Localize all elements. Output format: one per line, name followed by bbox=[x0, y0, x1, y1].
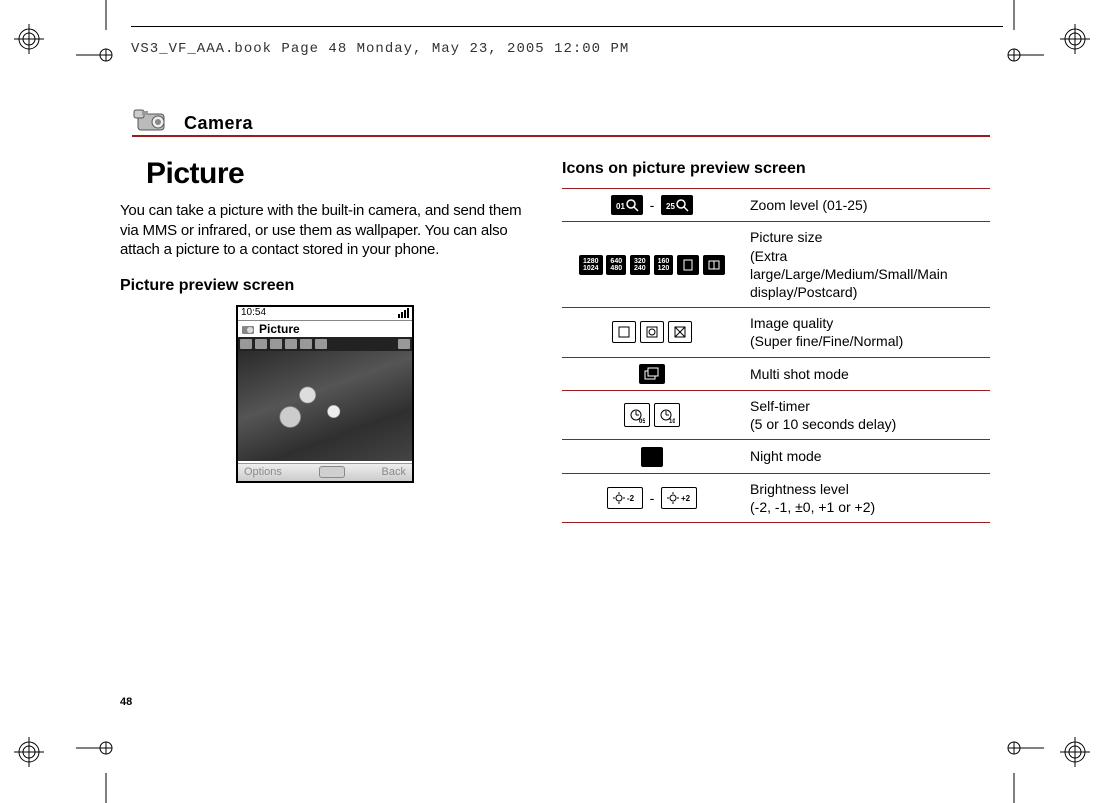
zoom-high-icon: 25 bbox=[661, 195, 693, 215]
brightness-description: Brightness level bbox=[750, 480, 982, 498]
svg-text:+2: +2 bbox=[681, 494, 691, 503]
registration-mark-icon bbox=[14, 737, 44, 767]
svg-text:01: 01 bbox=[616, 202, 625, 211]
camera-icon bbox=[132, 104, 172, 132]
svg-text:05: 05 bbox=[639, 419, 645, 423]
size-description: Picture size bbox=[750, 228, 982, 246]
size-display-icon bbox=[677, 255, 699, 275]
phone-title-text: Picture bbox=[259, 323, 300, 335]
night-mode-icon bbox=[641, 447, 663, 467]
icon-legend-table: 01 - 25 Zoom level (01-25) 1280 1024 640… bbox=[562, 188, 990, 523]
section-header: Camera bbox=[132, 104, 990, 137]
crop-mark-icon bbox=[76, 0, 136, 90]
size-l-icon: 640 480 bbox=[606, 255, 626, 275]
table-row: 05 10 Self-timer (5 or 10 seconds delay) bbox=[562, 390, 990, 439]
brightness-high-icon: +2 bbox=[661, 487, 697, 509]
battery-icon bbox=[398, 308, 409, 318]
table-row: Night mode bbox=[562, 440, 990, 473]
table-row: Multi shot mode bbox=[562, 357, 990, 390]
table-row: -2 - +2 Brightness level (-2, -1, ±0, +1… bbox=[562, 473, 990, 522]
size-s-icon: 160 120 bbox=[654, 255, 674, 275]
softkey-right: Back bbox=[382, 467, 406, 478]
timer-description-sub: (5 or 10 seconds delay) bbox=[750, 415, 982, 433]
crop-mark-icon bbox=[984, 713, 1044, 803]
camera-icon bbox=[241, 323, 255, 335]
registration-mark-icon bbox=[1060, 737, 1090, 767]
right-subheading: Icons on picture preview screen bbox=[562, 159, 990, 178]
timer-description: Self-timer bbox=[750, 397, 982, 415]
quality-description-sub: (Super fine/Fine/Normal) bbox=[750, 332, 982, 350]
zoom-low-icon: 01 bbox=[611, 195, 643, 215]
size-description-sub: (Extra large/Large/Medium/Small/Main dis… bbox=[750, 247, 982, 302]
softkey-center-icon bbox=[319, 466, 345, 478]
multishot-icon bbox=[639, 364, 665, 384]
quality-superfine-icon bbox=[612, 321, 636, 343]
phone-preview: 10:54 Picture Options Back bbox=[236, 305, 414, 483]
brightness-description-sub: (-2, -1, ±0, +1 or +2) bbox=[750, 498, 982, 516]
phone-indicator-row bbox=[238, 337, 412, 351]
multishot-description: Multi shot mode bbox=[742, 357, 990, 390]
timer-10-icon: 10 bbox=[654, 403, 680, 427]
registration-mark-icon bbox=[14, 24, 44, 54]
svg-text:25: 25 bbox=[666, 202, 675, 211]
zoom-description: Zoom level (01-25) bbox=[742, 189, 990, 222]
softkey-left: Options bbox=[244, 467, 282, 478]
brightness-low-icon: -2 bbox=[607, 487, 643, 509]
running-header: VS3_VF_AAA.book Page 48 Monday, May 23, … bbox=[131, 42, 629, 56]
table-row: Image quality (Super fine/Fine/Normal) bbox=[562, 308, 990, 357]
size-m-icon: 320 240 bbox=[630, 255, 650, 275]
timer-5-icon: 05 bbox=[624, 403, 650, 427]
crop-mark-icon bbox=[76, 713, 136, 803]
night-description: Night mode bbox=[742, 440, 990, 473]
svg-text:10: 10 bbox=[669, 419, 675, 423]
quality-normal-icon bbox=[668, 321, 692, 343]
page-title: Picture bbox=[146, 159, 530, 189]
quality-description: Image quality bbox=[750, 314, 982, 332]
crop-mark-icon bbox=[984, 0, 1044, 90]
phone-viewfinder bbox=[238, 351, 412, 461]
phone-clock: 10:54 bbox=[241, 308, 266, 318]
header-rule bbox=[131, 26, 1003, 27]
left-subheading: Picture preview screen bbox=[120, 276, 530, 295]
page-number: 48 bbox=[120, 697, 132, 708]
intro-text: You can take a picture with the built-in… bbox=[120, 201, 530, 260]
size-postcard-icon bbox=[703, 255, 725, 275]
quality-fine-icon bbox=[640, 321, 664, 343]
table-row: 1280 1024 640 480 320 240 160 120 Pictur… bbox=[562, 222, 990, 308]
section-title: Camera bbox=[184, 114, 253, 132]
registration-mark-icon bbox=[1060, 24, 1090, 54]
table-row: 01 - 25 Zoom level (01-25) bbox=[562, 189, 990, 222]
size-xl-icon: 1280 1024 bbox=[579, 255, 603, 275]
svg-text:-2: -2 bbox=[627, 494, 635, 503]
